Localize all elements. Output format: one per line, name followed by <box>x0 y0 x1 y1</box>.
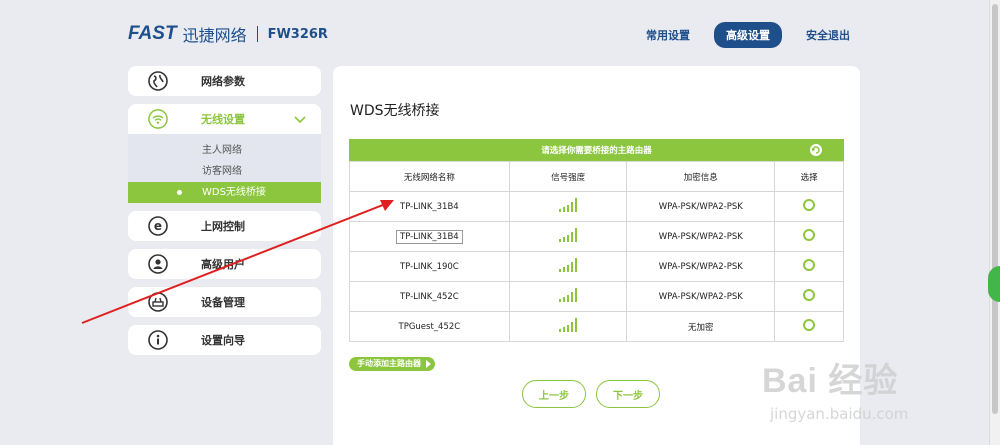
manual-add-router-button[interactable]: 手动添加主路由器 <box>349 357 435 371</box>
select-radio[interactable] <box>803 199 816 211</box>
table-row[interactable]: TPGuest_452C 无加密 <box>349 311 844 342</box>
play-icon <box>426 360 431 368</box>
next-step-button[interactable]: 下一步 <box>596 380 660 408</box>
sidebar-item-setup-wizard[interactable]: 设置向导 <box>128 325 321 355</box>
scrollbar-thumb[interactable] <box>992 4 998 414</box>
select-cell <box>774 311 844 342</box>
sidebar: 网络参数 无线设置 主人网络 访客网络 WDS无线桥接 e 上网控制 高级用户 <box>128 66 321 363</box>
nav-common-settings[interactable]: 常用设置 <box>646 27 690 43</box>
sidebar-item-advanced-user[interactable]: 高级用户 <box>128 249 321 279</box>
signal-icon <box>559 318 578 332</box>
signal-cell <box>508 311 628 342</box>
info-icon <box>148 330 168 350</box>
sidebar-item-label: 无线设置 <box>201 113 245 126</box>
nav-advanced-settings[interactable]: 高级设置 <box>714 22 782 48</box>
page-title: WDS无线桥接 <box>350 103 440 119</box>
sub-item-host-network[interactable]: 主人网络 <box>128 140 321 161</box>
logo-divider <box>256 26 258 42</box>
baidu-watermark: Bai 经验 jingyan.baidu.com <box>752 345 988 445</box>
signal-icon <box>559 258 578 272</box>
table-row[interactable]: TP-LINK_31B4 WPA-PSK/WPA2-PSK <box>349 191 844 222</box>
sidebar-item-label: 设备管理 <box>201 296 245 309</box>
signal-cell <box>508 191 628 222</box>
brand-logo: FAST 迅捷网络 FW326R <box>128 22 328 46</box>
signal-cell <box>508 221 628 252</box>
signal-icon <box>559 228 578 242</box>
manual-add-label: 手动添加主路由器 <box>357 359 421 368</box>
globe-icon <box>148 71 168 91</box>
ap-table: 无线网络名称 信号强度 加密信息 选择 TP-LINK_31B4 WPA-PSK… <box>349 161 844 342</box>
refresh-icon[interactable] <box>810 144 822 156</box>
sidebar-item-access-control[interactable]: e 上网控制 <box>128 211 321 241</box>
watermark-brand: Bai 经验 <box>762 362 899 400</box>
sidebar-group-wireless: 无线设置 主人网络 访客网络 WDS无线桥接 <box>128 104 321 203</box>
nav-logout[interactable]: 安全退出 <box>806 27 850 43</box>
encryption-cell: WPA-PSK/WPA2-PSK <box>626 251 776 282</box>
select-cell <box>774 191 844 222</box>
col-signal: 信号强度 <box>508 161 628 192</box>
col-select: 选择 <box>774 161 844 192</box>
encryption-cell: WPA-PSK/WPA2-PSK <box>626 221 776 252</box>
ssid-cell: TPGuest_452C <box>349 311 510 342</box>
sidebar-item-wireless[interactable]: 无线设置 <box>128 104 321 134</box>
device-model: FW326R <box>267 26 328 42</box>
svg-text:e: e <box>154 219 162 233</box>
select-cell <box>774 221 844 252</box>
ssid-cell: TP-LINK_452C <box>349 281 510 312</box>
wireless-submenu: 主人网络 访客网络 WDS无线桥接 <box>128 134 321 203</box>
ie-icon: e <box>148 216 168 236</box>
brand-name: FAST <box>128 23 177 44</box>
col-ssid: 无线网络名称 <box>349 161 510 192</box>
sidebar-item-device-management[interactable]: 设备管理 <box>128 287 321 317</box>
table-banner-text: 请选择你需要桥接的主路由器 <box>541 146 652 156</box>
table-row[interactable]: TP-LINK_31B4 WPA-PSK/WPA2-PSK <box>349 221 844 252</box>
table-row[interactable]: TP-LINK_452C WPA-PSK/WPA2-PSK <box>349 281 844 312</box>
ssid-tooltip: TP-LINK_31B4 <box>396 229 463 244</box>
active-dot <box>177 190 182 195</box>
sidebar-item-label: 上网控制 <box>201 220 245 233</box>
sub-item-wds-bridge[interactable]: WDS无线桥接 <box>128 182 321 203</box>
table-row[interactable]: TP-LINK_190C WPA-PSK/WPA2-PSK <box>349 251 844 282</box>
chevron-down-icon <box>294 116 306 124</box>
signal-icon <box>559 198 578 212</box>
top-nav: 常用设置 高级设置 安全退出 <box>646 22 850 48</box>
col-encryption: 加密信息 <box>626 161 776 192</box>
signal-icon <box>559 288 578 302</box>
ssid-cell: TP-LINK_190C <box>349 251 510 282</box>
encryption-cell: WPA-PSK/WPA2-PSK <box>626 281 776 312</box>
ap-table-wrap: 请选择你需要桥接的主路由器 无线网络名称 信号强度 加密信息 选择 TP-LIN… <box>349 139 844 342</box>
ssid-cell: TP-LINK_31B4 <box>349 221 510 252</box>
encryption-cell: WPA-PSK/WPA2-PSK <box>626 191 776 222</box>
ssid-cell: TP-LINK_31B4 <box>349 191 510 222</box>
sidebar-item-label: 设置向导 <box>201 334 245 347</box>
user-icon <box>148 254 168 274</box>
signal-cell <box>508 251 628 282</box>
select-cell <box>774 281 844 312</box>
sub-item-label: WDS无线桥接 <box>202 187 266 198</box>
signal-cell <box>508 281 628 312</box>
scrollbar[interactable] <box>989 0 1000 445</box>
encryption-cell: 无加密 <box>626 311 776 342</box>
sub-item-guest-network[interactable]: 访客网络 <box>128 161 321 182</box>
select-radio[interactable] <box>803 259 816 271</box>
select-radio[interactable] <box>803 289 816 301</box>
select-cell <box>774 251 844 282</box>
select-radio[interactable] <box>803 229 816 241</box>
sidebar-item-network[interactable]: 网络参数 <box>128 66 321 96</box>
wifi-icon <box>148 109 168 129</box>
prev-step-button[interactable]: 上一步 <box>522 380 586 408</box>
sidebar-item-label: 高级用户 <box>201 258 245 271</box>
table-banner: 请选择你需要桥接的主路由器 <box>349 139 844 161</box>
select-radio[interactable] <box>803 319 816 331</box>
brand-name-cn: 迅捷网络 <box>182 26 247 45</box>
watermark-url: jingyan.baidu.com <box>770 405 909 423</box>
sidebar-item-label: 网络参数 <box>201 75 245 88</box>
table-header-row: 无线网络名称 信号强度 加密信息 选择 <box>349 161 844 192</box>
router-icon <box>148 292 168 312</box>
side-float-button[interactable] <box>988 266 1000 302</box>
